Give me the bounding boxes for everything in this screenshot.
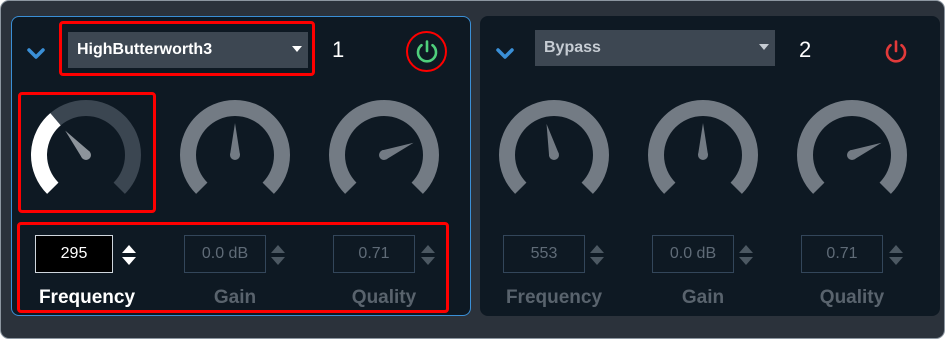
knob-track xyxy=(797,100,907,194)
gain-input[interactable]: 0.0 dB xyxy=(652,235,734,273)
filter-type-highlight xyxy=(59,21,315,76)
gain-stepper-icon[interactable] xyxy=(738,243,754,267)
knob-hub xyxy=(698,150,708,160)
filter-type-dropdown[interactable]: Bypass xyxy=(535,30,775,66)
knob-hub xyxy=(230,150,240,160)
chevron-down-icon[interactable] xyxy=(25,42,47,64)
frequency-input[interactable]: 553 xyxy=(503,235,585,273)
gain-label: Gain xyxy=(681,287,725,308)
band-panel-2: Bypass 2 553 0.0 dB 0.71 Frequency Gain … xyxy=(480,16,940,316)
quality-knob[interactable] xyxy=(793,95,911,213)
knob-hub xyxy=(549,150,559,160)
parameter-inputs-highlight xyxy=(17,222,449,313)
filter-type-value: Bypass xyxy=(544,39,601,56)
frequency-stepper-icon[interactable] xyxy=(589,243,605,267)
frequency-knob[interactable] xyxy=(495,95,613,213)
frequency-knob-highlight xyxy=(18,92,156,213)
power-icon[interactable] xyxy=(879,34,913,68)
band-index: 1 xyxy=(332,37,345,62)
dropdown-arrow-icon xyxy=(759,44,769,50)
gain-knob[interactable] xyxy=(176,95,294,213)
band-index: 2 xyxy=(799,37,812,62)
knob-hub xyxy=(847,150,857,160)
quality-knob[interactable] xyxy=(325,95,443,213)
quality-input[interactable]: 0.71 xyxy=(801,235,883,273)
frequency-label: Frequency xyxy=(505,287,603,308)
equalizer-window: HighButterworth3 1 295 0.0 dB 0.71 Frequ… xyxy=(0,0,945,339)
knob-hub xyxy=(379,150,389,160)
chevron-down-icon[interactable] xyxy=(494,42,516,64)
power-button-highlight xyxy=(406,31,447,72)
gain-knob[interactable] xyxy=(644,95,762,213)
quality-label: Quality xyxy=(819,287,885,308)
knob-track xyxy=(329,100,439,194)
quality-stepper-icon[interactable] xyxy=(888,243,904,267)
